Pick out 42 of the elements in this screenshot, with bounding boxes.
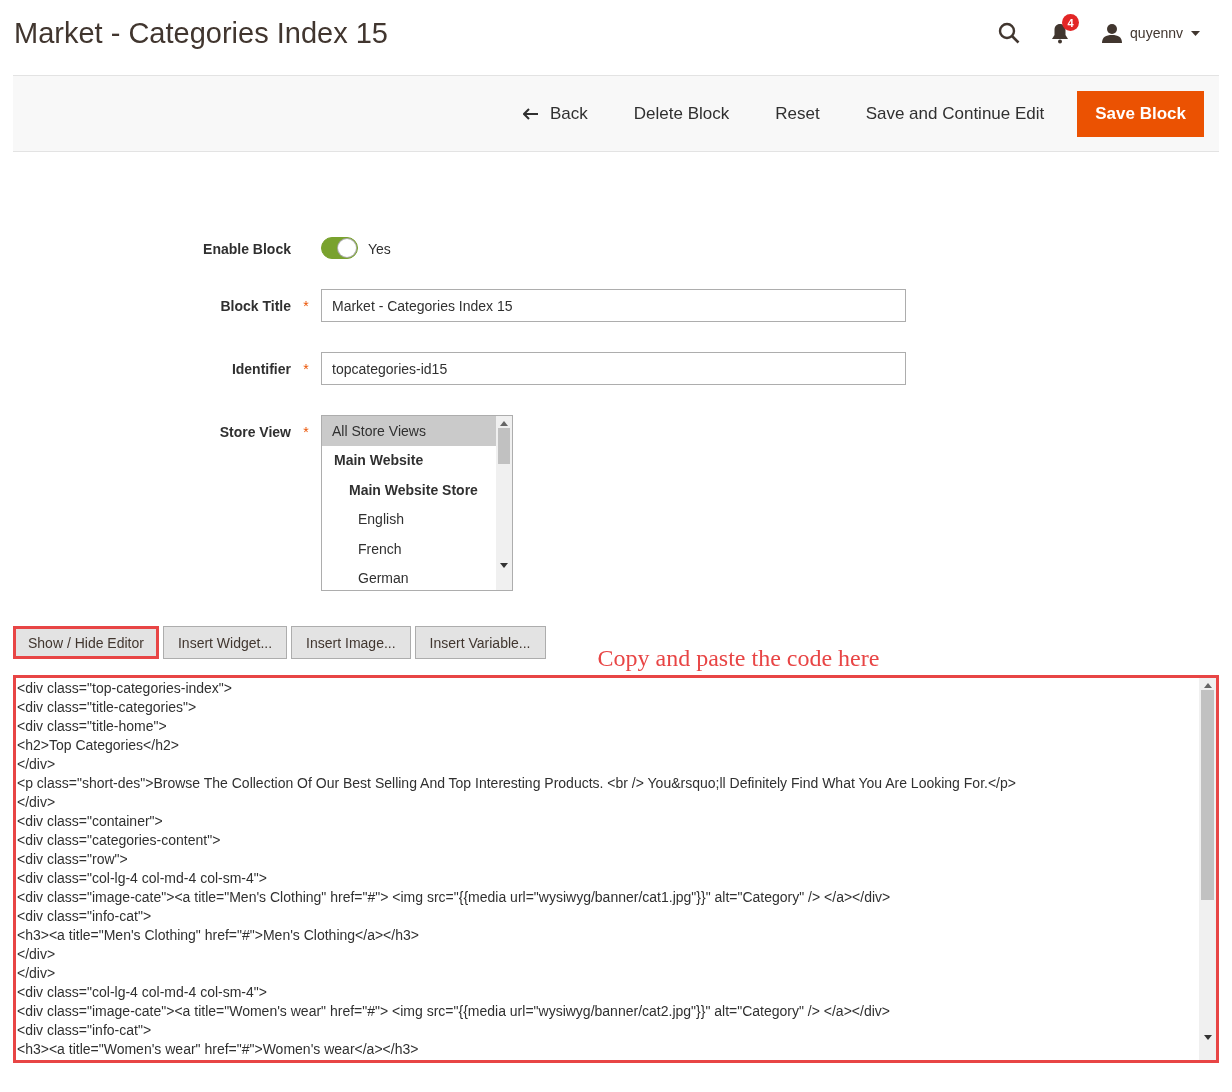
field-label: Store View xyxy=(218,423,291,440)
caret-icon xyxy=(1191,30,1200,36)
required-mark: * xyxy=(302,423,310,440)
identifier-field[interactable]: topcategories-id15 xyxy=(321,352,906,385)
code-editor[interactable]: <div class="top-categories-index"> <div class="title-categories"> <div class="title-home"> <h2>Top Categories</h2> </div> <p class="short-des">Browse The Collection Of Our Best Selling And Top Interesting Products. <br /> You&rsquo;ll Definitely Find What You Are Looking For.</p> </div> <div class="container"> <div class="categories-content"> <div class="row"> <div class="col-lg-4 col-md-4 col-sm-4"> <div class="image-cate"><a title="Men's Clothing" href="#"> <img src="{{media url="wysiwyg/banner/cat1.jpg"}}" alt="Category" /> </a></div> <div class="info-cat"> <h3><a title="Men's Clothing" href="#">Men's Clothing</a></h3> </div> </div> <div class="col-lg-4 col-md-4 col-sm-4"> <div class="image-cate"><a title="Women's wear" href="#"> <img src="{{media url="wysiwyg/banner/cat2.jpg"}}" alt="Category" /> </a></div> <div class="info-cat"> <h3><a title="Women's wear" href="#">Women's wear</a></h3> xyxy=(13,675,1219,1063)
toggle-label: Yes xyxy=(368,240,391,257)
list-option[interactable]: Main Website xyxy=(322,445,496,475)
scrollbar-thumb[interactable] xyxy=(1201,690,1214,900)
toolbar-button[interactable]: Save and Continue Edit xyxy=(846,93,1064,134)
user-menu[interactable]: quyennv xyxy=(1102,23,1200,43)
annotation-note: Copy and paste the code here xyxy=(597,645,880,672)
toolbar-button[interactable]: Delete Block xyxy=(614,93,749,134)
search-icon[interactable] xyxy=(998,22,1021,44)
page-title: Market - Categories Index 15 xyxy=(14,16,389,50)
scrollbar-thumb[interactable] xyxy=(498,428,510,464)
editor-button[interactable]: Show / Hide Editor xyxy=(13,626,159,659)
list-option[interactable]: All Store Views xyxy=(322,416,496,446)
editor-button[interactable]: Insert Widget... xyxy=(162,626,288,659)
list-option[interactable]: German xyxy=(322,563,496,590)
required-mark: * xyxy=(302,297,310,314)
field-label: Block Title xyxy=(219,297,291,314)
field-label: Enable Block xyxy=(202,240,291,257)
scroll-up-icon[interactable] xyxy=(1203,683,1212,688)
block-title-field[interactable]: Market - Categories Index 15 xyxy=(321,289,906,322)
editor-button[interactable]: Insert Variable... xyxy=(414,626,546,659)
scroll-up-icon[interactable] xyxy=(500,421,508,426)
store-view-list[interactable]: All Store Views Main Website Main Website Store English French German xyxy=(321,415,513,591)
scroll-down-icon[interactable] xyxy=(1203,1035,1212,1040)
save-button[interactable]: Save Block xyxy=(1077,90,1204,137)
back-button[interactable]: Back xyxy=(504,93,607,134)
required-mark: * xyxy=(302,360,310,377)
toolbar-button[interactable]: Reset xyxy=(756,93,839,134)
user-icon xyxy=(1102,23,1123,43)
scroll-down-icon[interactable] xyxy=(500,563,508,568)
list-option[interactable]: Main Website Store xyxy=(322,475,496,505)
field-label: Identifier xyxy=(230,360,291,377)
editor-button[interactable]: Insert Image... xyxy=(291,626,411,659)
list-option[interactable]: French xyxy=(322,534,496,564)
notification-badge: 4 xyxy=(1062,14,1080,31)
arrow-left-icon xyxy=(523,107,538,120)
list-option[interactable]: English xyxy=(322,504,496,534)
toggle-switch[interactable] xyxy=(321,237,358,259)
